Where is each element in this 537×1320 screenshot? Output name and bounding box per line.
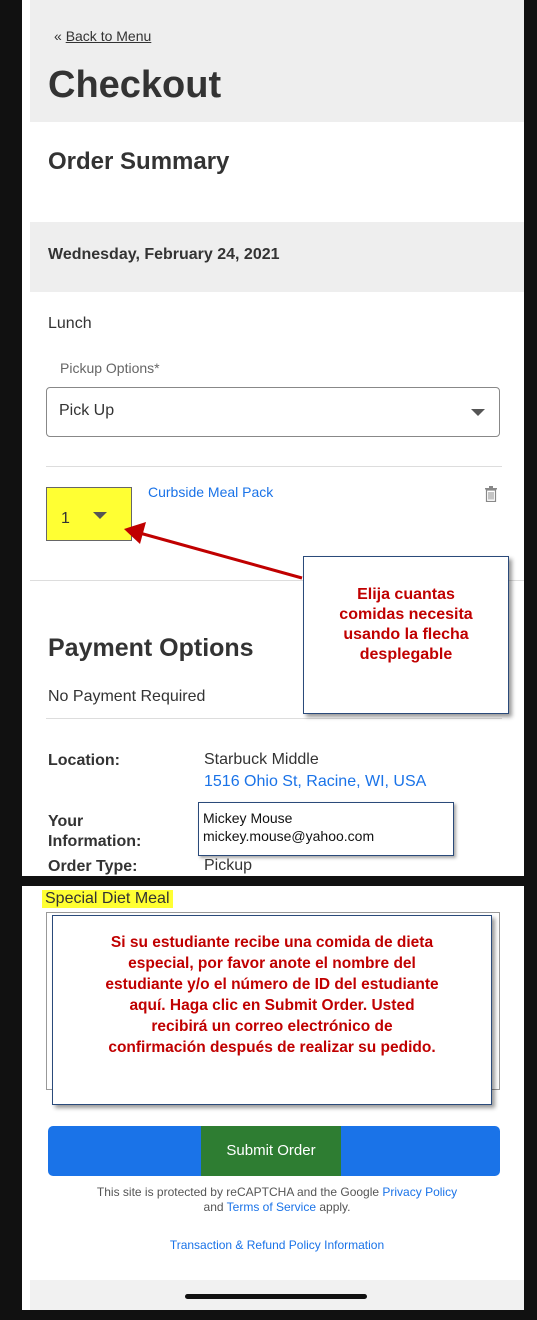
qty-callout-line: comidas necesita (339, 606, 473, 623)
diet-callout-line: Si su estudiante recibe una comida de di… (110, 934, 434, 951)
special-diet-callout: Si su estudiante recibe una comida de di… (52, 915, 492, 1105)
qty-callout-line: Elija cuantas (357, 586, 455, 603)
callout-arrow-line (135, 530, 303, 580)
diet-callout-line: especial, por favor anote el nombre del (128, 955, 416, 972)
diet-callout-line: confirmación después de realizar su pedi… (108, 1039, 436, 1056)
diet-callout-line: recibirá un correo electrónico de (151, 1018, 393, 1035)
diet-callout-line: aquí. Haga clic en Submit Order. Usted (129, 997, 415, 1014)
qty-callout-line: usando la flecha (343, 626, 469, 643)
qty-callout-line: desplegable (359, 646, 453, 663)
diet-callout-line: estudiante y/o el número de ID del estud… (105, 976, 439, 993)
quantity-callout: Elija cuantas comidas necesita usando la… (303, 556, 509, 714)
callout-arrowhead (124, 522, 146, 544)
